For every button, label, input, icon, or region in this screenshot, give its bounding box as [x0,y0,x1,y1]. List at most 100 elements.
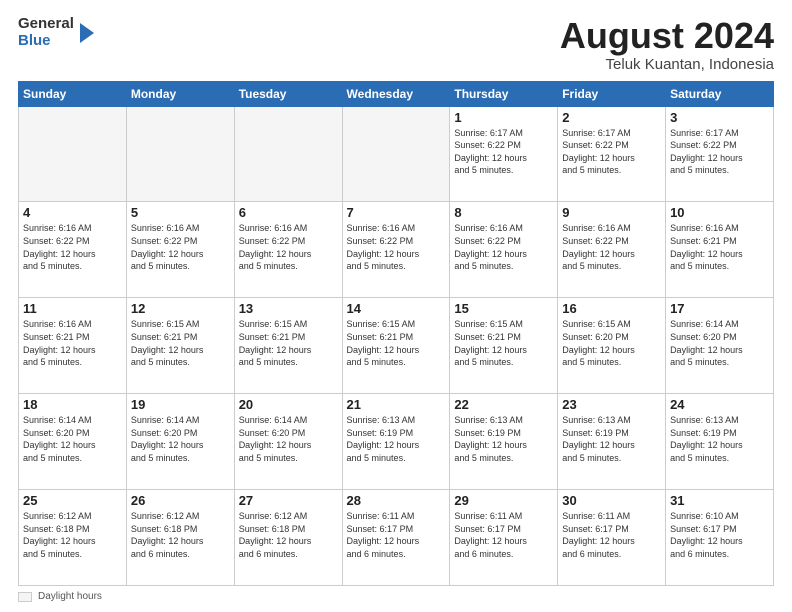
day-number: 3 [670,110,769,125]
day-info: Sunrise: 6:15 AM Sunset: 6:21 PM Dayligh… [454,318,553,368]
calendar-day-header: Thursday [450,81,558,106]
calendar-week-row: 4 Sunrise: 6:16 AM Sunset: 6:22 PM Daylig… [19,202,774,298]
day-number: 17 [670,301,769,316]
calendar-day-cell: 24 Sunrise: 6:13 AM Sunset: 6:19 PM Dayli… [666,394,774,490]
day-number: 28 [347,493,446,508]
logo-text-block: General Blue [18,16,74,49]
day-info: Sunrise: 6:16 AM Sunset: 6:22 PM Dayligh… [131,222,230,272]
calendar-day-cell: 8 Sunrise: 6:16 AM Sunset: 6:22 PM Daylig… [450,202,558,298]
day-number: 4 [23,205,122,220]
day-info: Sunrise: 6:15 AM Sunset: 6:20 PM Dayligh… [562,318,661,368]
month-year: August 2024 [560,16,774,56]
day-info: Sunrise: 6:13 AM Sunset: 6:19 PM Dayligh… [347,414,446,464]
day-info: Sunrise: 6:12 AM Sunset: 6:18 PM Dayligh… [23,510,122,560]
day-number: 30 [562,493,661,508]
day-info: Sunrise: 6:16 AM Sunset: 6:22 PM Dayligh… [454,222,553,272]
day-number: 25 [23,493,122,508]
day-number: 16 [562,301,661,316]
day-number: 5 [131,205,230,220]
day-info: Sunrise: 6:11 AM Sunset: 6:17 PM Dayligh… [562,510,661,560]
calendar-day-cell: 29Sunrise: 6:11 AM Sunset: 6:17 PM Dayli… [450,490,558,586]
calendar-day-cell [19,106,127,202]
daylight-box-icon [18,592,32,602]
logo: General Blue [18,16,96,49]
logo-blue: Blue [18,33,74,50]
calendar-week-row: 11Sunrise: 6:16 AM Sunset: 6:21 PM Dayli… [19,298,774,394]
calendar-day-cell: 6 Sunrise: 6:16 AM Sunset: 6:22 PM Daylig… [234,202,342,298]
day-number: 8 [454,205,553,220]
day-number: 24 [670,397,769,412]
calendar-day-cell: 23 Sunrise: 6:13 AM Sunset: 6:19 PM Dayli… [558,394,666,490]
day-info: Sunrise: 6:11 AM Sunset: 6:17 PM Dayligh… [347,510,446,560]
day-info: Sunrise: 6:17 AM Sunset: 6:22 PM Dayligh… [454,127,553,177]
day-info: Sunrise: 6:11 AM Sunset: 6:17 PM Dayligh… [454,510,553,560]
day-number: 23 [562,397,661,412]
calendar-day-cell: 1 Sunrise: 6:17 AM Sunset: 6:22 PM Daylig… [450,106,558,202]
calendar-week-row: 25 Sunrise: 6:12 AM Sunset: 6:18 PM Dayli… [19,490,774,586]
calendar-week-row: 18 Sunrise: 6:14 AM Sunset: 6:20 PM Dayli… [19,394,774,490]
day-info: Sunrise: 6:12 AM Sunset: 6:18 PM Dayligh… [239,510,338,560]
calendar-day-cell: 19 Sunrise: 6:14 AM Sunset: 6:20 PM Dayli… [126,394,234,490]
header: General Blue August 2024 Teluk Kuantan, … [18,16,774,73]
calendar-day-cell: 20Sunrise: 6:14 AM Sunset: 6:20 PM Dayli… [234,394,342,490]
day-info: Sunrise: 6:13 AM Sunset: 6:19 PM Dayligh… [670,414,769,464]
calendar-day-cell [342,106,450,202]
calendar-day-cell: 13 Sunrise: 6:15 AM Sunset: 6:21 PM Dayli… [234,298,342,394]
calendar-day-cell: 16 Sunrise: 6:15 AM Sunset: 6:20 PM Dayli… [558,298,666,394]
calendar-day-cell: 7 Sunrise: 6:16 AM Sunset: 6:22 PM Daylig… [342,202,450,298]
calendar-day-cell: 9Sunrise: 6:16 AM Sunset: 6:22 PM Daylig… [558,202,666,298]
calendar-day-cell: 30 Sunrise: 6:11 AM Sunset: 6:17 PM Dayli… [558,490,666,586]
day-info: Sunrise: 6:17 AM Sunset: 6:22 PM Dayligh… [562,127,661,177]
day-info: Sunrise: 6:17 AM Sunset: 6:22 PM Dayligh… [670,127,769,177]
calendar-day-cell: 17 Sunrise: 6:14 AM Sunset: 6:20 PM Dayli… [666,298,774,394]
day-info: Sunrise: 6:16 AM Sunset: 6:22 PM Dayligh… [239,222,338,272]
day-number: 21 [347,397,446,412]
calendar-day-header: Friday [558,81,666,106]
footer-note: Daylight hours [18,591,774,602]
day-info: Sunrise: 6:13 AM Sunset: 6:19 PM Dayligh… [562,414,661,464]
calendar-day-header: Wednesday [342,81,450,106]
day-info: Sunrise: 6:16 AM Sunset: 6:22 PM Dayligh… [347,222,446,272]
day-number: 27 [239,493,338,508]
day-info: Sunrise: 6:15 AM Sunset: 6:21 PM Dayligh… [239,318,338,368]
calendar-day-cell: 3 Sunrise: 6:17 AM Sunset: 6:22 PM Daylig… [666,106,774,202]
calendar-day-cell: 5 Sunrise: 6:16 AM Sunset: 6:22 PM Daylig… [126,202,234,298]
day-number: 10 [670,205,769,220]
day-info: Sunrise: 6:15 AM Sunset: 6:21 PM Dayligh… [347,318,446,368]
calendar-day-cell [234,106,342,202]
logo-image: General Blue [18,16,96,49]
day-number: 11 [23,301,122,316]
location: Teluk Kuantan, Indonesia [560,56,774,73]
calendar-day-header: Tuesday [234,81,342,106]
calendar-day-header: Sunday [19,81,127,106]
logo-arrow-icon [76,19,96,47]
day-number: 19 [131,397,230,412]
day-number: 18 [23,397,122,412]
day-number: 1 [454,110,553,125]
calendar-table: SundayMondayTuesdayWednesdayThursdayFrid… [18,81,774,586]
day-info: Sunrise: 6:14 AM Sunset: 6:20 PM Dayligh… [131,414,230,464]
day-info: Sunrise: 6:15 AM Sunset: 6:21 PM Dayligh… [131,318,230,368]
day-info: Sunrise: 6:13 AM Sunset: 6:19 PM Dayligh… [454,414,553,464]
day-info: Sunrise: 6:14 AM Sunset: 6:20 PM Dayligh… [23,414,122,464]
page: General Blue August 2024 Teluk Kuantan, … [0,0,792,612]
day-number: 7 [347,205,446,220]
day-number: 6 [239,205,338,220]
day-number: 12 [131,301,230,316]
calendar-day-cell: 15 Sunrise: 6:15 AM Sunset: 6:21 PM Dayli… [450,298,558,394]
day-number: 15 [454,301,553,316]
calendar-day-cell: 2 Sunrise: 6:17 AM Sunset: 6:22 PM Daylig… [558,106,666,202]
day-info: Sunrise: 6:16 AM Sunset: 6:21 PM Dayligh… [670,222,769,272]
day-info: Sunrise: 6:14 AM Sunset: 6:20 PM Dayligh… [670,318,769,368]
day-number: 13 [239,301,338,316]
calendar-day-cell: 25 Sunrise: 6:12 AM Sunset: 6:18 PM Dayli… [19,490,127,586]
calendar-day-cell: 28 Sunrise: 6:11 AM Sunset: 6:17 PM Dayli… [342,490,450,586]
day-number: 2 [562,110,661,125]
day-info: Sunrise: 6:16 AM Sunset: 6:22 PM Dayligh… [23,222,122,272]
calendar-week-row: 1 Sunrise: 6:17 AM Sunset: 6:22 PM Daylig… [19,106,774,202]
calendar-day-cell: 21 Sunrise: 6:13 AM Sunset: 6:19 PM Dayli… [342,394,450,490]
daylight-label: Daylight hours [38,591,102,602]
day-number: 20 [239,397,338,412]
calendar-day-cell [126,106,234,202]
day-number: 22 [454,397,553,412]
